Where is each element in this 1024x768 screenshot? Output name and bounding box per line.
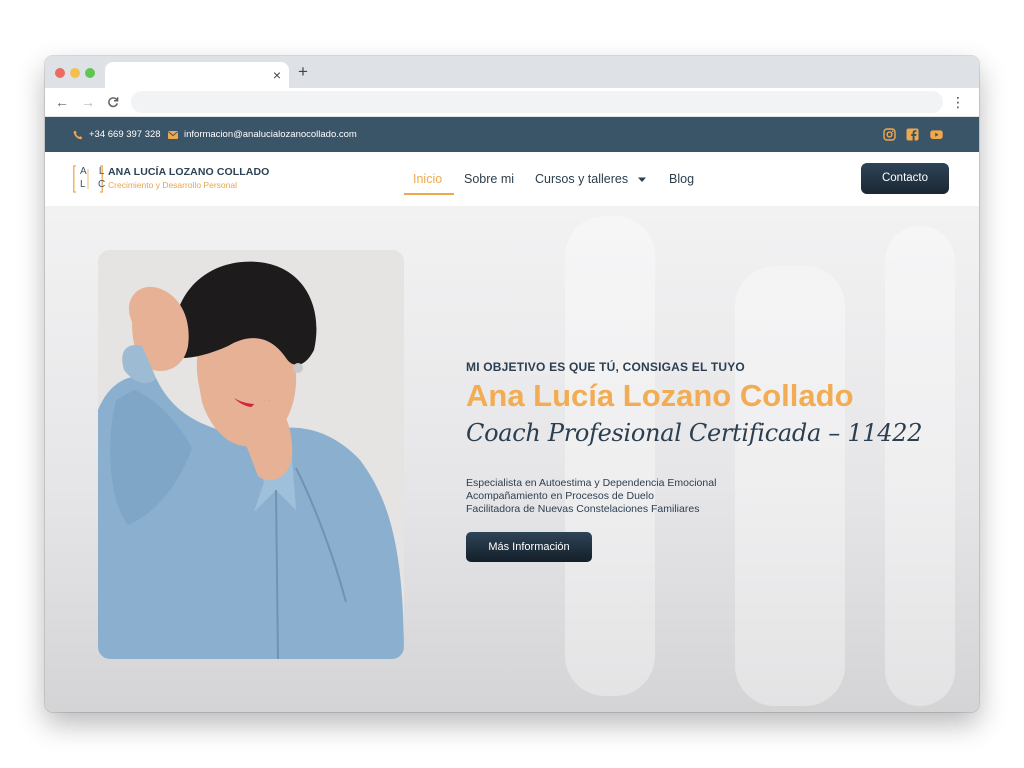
browser-tab[interactable]: ×: [105, 62, 289, 88]
instagram-icon[interactable]: [883, 128, 896, 141]
address-bar[interactable]: [131, 91, 943, 113]
nav-sobre-mi[interactable]: Sobre mi: [464, 171, 514, 187]
site-header: A L L C ANA LUCÍA LOZANO COLLADO Crecimi…: [45, 152, 979, 206]
contact-button[interactable]: Contacto: [861, 163, 949, 194]
back-icon[interactable]: ←: [55, 92, 69, 112]
nav-inicio[interactable]: Inicio: [413, 171, 442, 187]
hero-background-shape: [735, 266, 845, 706]
hero-title: Ana Lucía Lozano Collado: [466, 378, 854, 413]
youtube-icon[interactable]: [930, 128, 943, 141]
coach-portrait: [98, 250, 404, 659]
mail-icon: [168, 130, 178, 139]
website: +34 669 397 328 informacion@analucialoza…: [45, 117, 979, 712]
browser-toolbar: ← → ⋮: [45, 88, 979, 117]
logo-mark-top: A L: [80, 166, 110, 177]
browser-window: × + ← → ⋮ +34 669 397 328 informacion@an…: [45, 56, 979, 712]
hero-subtitle: Coach Profesional Certificada – 11422: [466, 419, 923, 447]
new-tab-icon[interactable]: +: [298, 62, 308, 82]
hero-line-constelaciones: Facilitadora de Nuevas Constelaciones Fa…: [466, 503, 700, 515]
close-window-button[interactable]: [55, 68, 65, 78]
nav-cursos-label: Cursos y talleres: [535, 172, 629, 186]
tab-close-icon[interactable]: ×: [273, 65, 281, 85]
logo-name[interactable]: ANA LUCÍA LOZANO COLLADO: [108, 166, 269, 178]
chevron-down-icon: [637, 177, 646, 182]
email-text: informacion@analucialozanocollado.com: [184, 129, 357, 140]
phone-icon: [73, 130, 83, 139]
phone-link[interactable]: +34 669 397 328: [73, 127, 161, 142]
more-info-button[interactable]: Más Información: [466, 532, 592, 562]
minimize-window-button[interactable]: [70, 68, 80, 78]
facebook-icon[interactable]: [906, 128, 919, 141]
maximize-window-button[interactable]: [85, 68, 95, 78]
email-link[interactable]: informacion@analucialozanocollado.com: [168, 127, 357, 142]
logo-mark-bottom: L C: [80, 179, 111, 190]
logo-tagline: Crecimiento y Desarrollo Personal: [108, 180, 237, 190]
hero-line-duelo: Acompañamiento en Procesos de Duelo: [466, 490, 654, 502]
forward-icon[interactable]: →: [81, 92, 95, 112]
logo-mark[interactable]: A L L C: [73, 165, 105, 193]
tab-strip: × +: [45, 56, 979, 88]
nav-cursos-y-talleres[interactable]: Cursos y talleres: [535, 171, 646, 187]
hero-section: MI OBJETIVO ES QUE TÚ, CONSIGAS EL TUYO …: [45, 206, 979, 712]
reload-icon[interactable]: [107, 92, 119, 113]
nav-active-underline: [404, 193, 454, 195]
nav-blog[interactable]: Blog: [669, 171, 694, 187]
hero-eyebrow: MI OBJETIVO ES QUE TÚ, CONSIGAS EL TUYO: [466, 360, 745, 374]
browser-menu-icon[interactable]: ⋮: [951, 92, 965, 112]
hero-background-shape: [885, 226, 955, 706]
hero-background-shape: [565, 216, 655, 696]
contact-topbar: +34 669 397 328 informacion@analucialoza…: [45, 117, 979, 152]
phone-text: +34 669 397 328: [89, 129, 161, 140]
hero-line-autoestima: Especialista en Autoestima y Dependencia…: [466, 477, 717, 489]
